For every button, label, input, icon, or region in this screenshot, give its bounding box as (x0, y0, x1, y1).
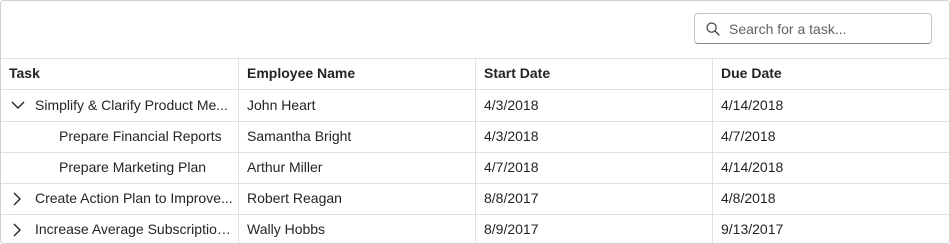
task-name: Prepare Marketing Plan (59, 159, 207, 175)
table-row[interactable]: Create Action Plan to Improve... Robert … (1, 183, 949, 215)
search-input[interactable] (729, 18, 925, 40)
start-date-cell[interactable]: 8/9/2017 (476, 214, 713, 243)
column-header-start-date[interactable]: Start Date (476, 58, 713, 89)
expand-row-button[interactable] (9, 214, 27, 243)
chevron-right-icon (13, 192, 21, 206)
toolbar (1, 1, 949, 59)
employee-cell[interactable]: Robert Reagan (239, 183, 476, 214)
collapse-row-button[interactable] (9, 90, 27, 121)
tree-list: Task Employee Name Start Date Due Date S… (0, 0, 950, 244)
table-row[interactable]: Increase Average Subscription... Wally H… (1, 214, 949, 243)
search-icon (706, 22, 720, 36)
task-name: Simplify & Clarify Product Me... (35, 97, 228, 113)
due-date-cell[interactable]: 4/7/2018 (713, 121, 949, 152)
column-header-task[interactable]: Task (1, 58, 239, 89)
chevron-right-icon (13, 223, 21, 237)
header-row: Task Employee Name Start Date Due Date (1, 58, 949, 90)
table-row[interactable]: Prepare Financial Reports Samantha Brigh… (1, 121, 949, 153)
expand-row-button[interactable] (9, 183, 27, 214)
task-cell[interactable]: Create Action Plan to Improve... (1, 183, 239, 214)
start-date-cell[interactable]: 8/8/2017 (476, 183, 713, 214)
start-date-cell[interactable]: 4/3/2018 (476, 90, 713, 121)
task-name: Increase Average Subscription... (35, 221, 235, 237)
chevron-down-icon (11, 101, 25, 109)
due-date-cell[interactable]: 4/14/2018 (713, 90, 949, 121)
column-header-employee-name[interactable]: Employee Name (239, 58, 476, 89)
table-row[interactable]: Prepare Marketing Plan Arthur Miller 4/7… (1, 152, 949, 184)
start-date-cell[interactable]: 4/3/2018 (476, 121, 713, 152)
task-name: Prepare Financial Reports (59, 128, 222, 144)
employee-cell[interactable]: Arthur Miller (239, 152, 476, 183)
task-cell[interactable]: Simplify & Clarify Product Me... (1, 90, 239, 121)
task-cell[interactable]: Increase Average Subscription... (1, 214, 239, 243)
task-cell[interactable]: Prepare Marketing Plan (1, 152, 239, 183)
task-name: Create Action Plan to Improve... (35, 190, 233, 206)
due-date-cell[interactable]: 4/8/2018 (713, 183, 949, 214)
table-row[interactable]: Simplify & Clarify Product Me... John He… (1, 90, 949, 122)
search-box[interactable] (694, 13, 932, 44)
task-cell[interactable]: Prepare Financial Reports (1, 121, 239, 152)
column-header-due-date[interactable]: Due Date (713, 58, 949, 89)
employee-cell[interactable]: Wally Hobbs (239, 214, 476, 243)
start-date-cell[interactable]: 4/7/2018 (476, 152, 713, 183)
due-date-cell[interactable]: 4/14/2018 (713, 152, 949, 183)
employee-cell[interactable]: Samantha Bright (239, 121, 476, 152)
due-date-cell[interactable]: 9/13/2017 (713, 214, 949, 243)
employee-cell[interactable]: John Heart (239, 90, 476, 121)
